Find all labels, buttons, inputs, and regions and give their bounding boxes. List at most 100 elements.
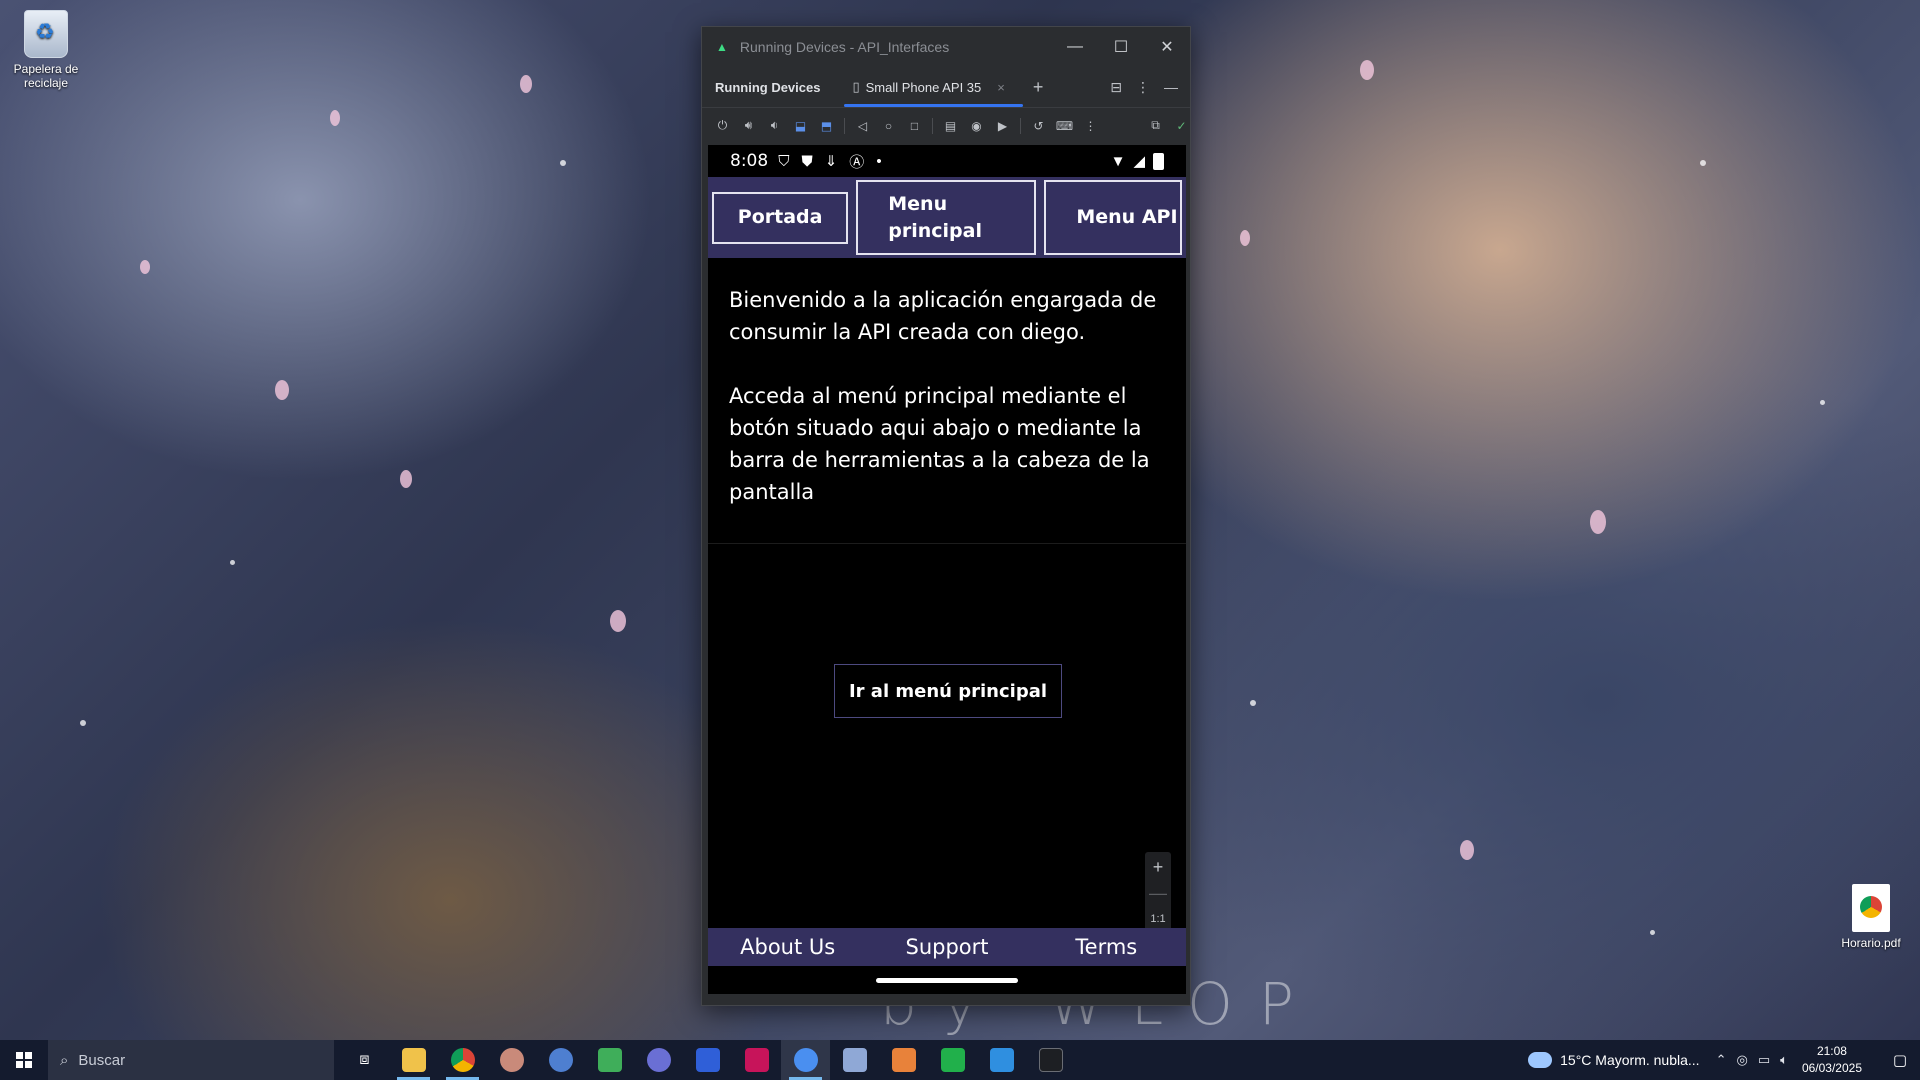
system-tray: 15°C Mayorm. nubla... ⌃ ◎ ▭ 🔈︎ 21:08 06/… [1528, 1040, 1920, 1080]
more-icon[interactable]: ⋮ [1082, 117, 1099, 134]
taskbar-app-11[interactable] [830, 1040, 879, 1080]
start-button[interactable] [0, 1040, 48, 1080]
check-icon[interactable]: ✓ [1173, 117, 1190, 134]
about-us-link[interactable]: About Us [708, 935, 867, 959]
welcome-text: Bienvenido a la aplicación engargada de … [708, 258, 1186, 544]
tab-device-label: Small Phone API 35 [865, 79, 982, 95]
desktop-icon-recycle-bin[interactable]: Papelera de reciclaje [6, 10, 86, 90]
tray-icons: ⌃ ◎ ▭ 🔈︎ [1716, 1052, 1788, 1068]
tool-window-tabs: Running Devices ▯ Small Phone API 35 × +… [702, 67, 1190, 107]
keyboard-icon[interactable]: ⌨ [1056, 117, 1073, 134]
datagrip-icon [940, 1048, 965, 1072]
taskbar-app-13[interactable] [928, 1040, 977, 1080]
notifications-icon[interactable]: ▢ [1880, 1051, 1920, 1069]
cloud-icon [1528, 1052, 1553, 1068]
power-icon[interactable]: ⏻ [714, 117, 731, 134]
desktop-icon-horario-pdf[interactable]: Horario.pdf [1831, 884, 1911, 950]
taskbar-file-explorer[interactable] [389, 1040, 438, 1080]
battery-icon [1153, 152, 1164, 170]
more-options-icon[interactable]: ⋮ [1136, 79, 1150, 96]
task-view-icon: ⧈ [359, 1051, 370, 1068]
menu-principal-button[interactable]: Menu principal [856, 180, 1037, 255]
task-view-button[interactable]: ⧈ [340, 1040, 389, 1080]
taskbar-app-9[interactable] [732, 1040, 781, 1080]
terms-link[interactable]: Terms [1027, 935, 1186, 959]
close-tab-icon[interactable]: × [997, 80, 1005, 95]
portada-button[interactable]: Portada [712, 191, 849, 244]
maximize-button[interactable]: ☐ [1098, 27, 1144, 67]
taskbar: ⌕ Buscar ⧈ 15°C Mayorm. nubla... ⌃ ◎ ▭ 🔈… [0, 1040, 1920, 1080]
app-footer: About Us Support Terms [708, 928, 1186, 966]
toolbar-divider [932, 117, 933, 134]
security-shield-icon: ⛊ [801, 152, 813, 170]
screen-record-icon[interactable]: ▶ [994, 117, 1011, 134]
snapshot-icon[interactable]: ↺ [1030, 117, 1047, 134]
menu-api-button[interactable]: Menu API [1044, 180, 1182, 255]
zoom-in-button[interactable]: + [1153, 856, 1164, 878]
terminal-icon [1038, 1048, 1063, 1072]
home-icon[interactable]: ○ [880, 117, 897, 134]
window-titlebar[interactable]: ▲ Running Devices - API_Interfaces — ☐ ✕ [702, 27, 1190, 67]
volume-down-icon[interactable]: 🔉︎ [766, 117, 783, 134]
fold-icon[interactable]: ▤ [942, 117, 959, 134]
zoom-actual-size-button[interactable]: 1:1 [1150, 908, 1165, 930]
desktop-icon-label: Horario.pdf [1841, 936, 1901, 950]
signal-icon: ◢ [1133, 153, 1145, 170]
tool-window-title: Running Devices [715, 79, 821, 95]
toolbar-divider [1020, 117, 1021, 134]
taskbar-search[interactable]: ⌕ Buscar [48, 1040, 334, 1080]
add-tab-button[interactable]: + [1033, 77, 1044, 98]
taskbar-app-4[interactable] [487, 1040, 536, 1080]
screenshot-icon[interactable]: ◉ [968, 117, 985, 134]
zoom-out-button[interactable]: — [1149, 882, 1167, 904]
taskbar-app-8[interactable] [683, 1040, 732, 1080]
dot-icon: • [876, 152, 882, 170]
rider-icon [744, 1048, 769, 1072]
intellij-icon [695, 1048, 720, 1072]
virtualbox-icon [842, 1048, 867, 1072]
hide-panel-icon[interactable]: ⊟ [1110, 79, 1122, 96]
go-to-main-menu-button[interactable]: Ir al menú principal [834, 664, 1062, 718]
taskbar-app-5[interactable] [536, 1040, 585, 1080]
paint-icon [499, 1048, 524, 1072]
taskbar-app-12[interactable] [879, 1040, 928, 1080]
minimize-panel-icon[interactable]: — [1164, 79, 1178, 96]
taskbar-app-14[interactable] [977, 1040, 1026, 1080]
grid-app-icon [597, 1048, 622, 1072]
overview-icon[interactable]: □ [906, 117, 923, 134]
minimize-button[interactable]: — [1052, 27, 1098, 67]
clock[interactable]: 21:08 06/03/2025 [1802, 1043, 1862, 1077]
taskbar-android-studio[interactable] [781, 1040, 830, 1080]
xampp-icon [891, 1048, 916, 1072]
taskbar-apps: ⧈ [340, 1040, 1075, 1080]
webcam-icon[interactable]: ◎ [1736, 1052, 1747, 1068]
clock-date: 06/03/2025 [1801, 1061, 1862, 1075]
owl-icon [548, 1048, 573, 1072]
vpn-shield-icon: ⛉ [778, 152, 790, 170]
tab-device[interactable]: ▯ Small Phone API 35 × [844, 67, 1024, 107]
network-icon[interactable]: ▭ [1758, 1052, 1770, 1068]
chevron-up-icon[interactable]: ⌃ [1716, 1052, 1727, 1068]
rotate-right-icon[interactable]: ⬒ [818, 117, 835, 134]
support-link[interactable]: Support [867, 935, 1026, 959]
back-icon[interactable]: ◁ [854, 117, 871, 134]
mirroring-icon[interactable]: ⧉ [1147, 117, 1164, 134]
chrome-pdf-icon [1852, 884, 1890, 932]
taskbar-chrome[interactable] [438, 1040, 487, 1080]
volume-muted-icon[interactable]: 🔈︎ [1780, 1052, 1788, 1068]
taskbar-terminal[interactable] [1026, 1040, 1075, 1080]
wifi-icon: ▼ [1110, 152, 1126, 170]
emulator-screen[interactable]: 8:08 ⛉ ⛊ ⇓ Ⓐ • ▼ ◢ Portada Menu principa… [708, 145, 1186, 994]
rotate-left-icon[interactable]: ⬓ [792, 117, 809, 134]
clock-time: 21:08 [1816, 1044, 1847, 1058]
android-icon: ▲ [716, 40, 728, 54]
android-status-bar: 8:08 ⛉ ⛊ ⇓ Ⓐ • ▼ ◢ [708, 145, 1186, 177]
search-icon: ⌕ [60, 1051, 69, 1069]
weather-widget[interactable]: 15°C Mayorm. nubla... [1528, 1052, 1700, 1068]
volume-up-icon[interactable]: 🔊︎ [740, 117, 757, 134]
android-studio-icon [793, 1048, 818, 1072]
close-button[interactable]: ✕ [1144, 27, 1190, 67]
taskbar-app-6[interactable] [585, 1040, 634, 1080]
gesture-home-bar[interactable] [876, 978, 1018, 983]
taskbar-app-7[interactable] [634, 1040, 683, 1080]
